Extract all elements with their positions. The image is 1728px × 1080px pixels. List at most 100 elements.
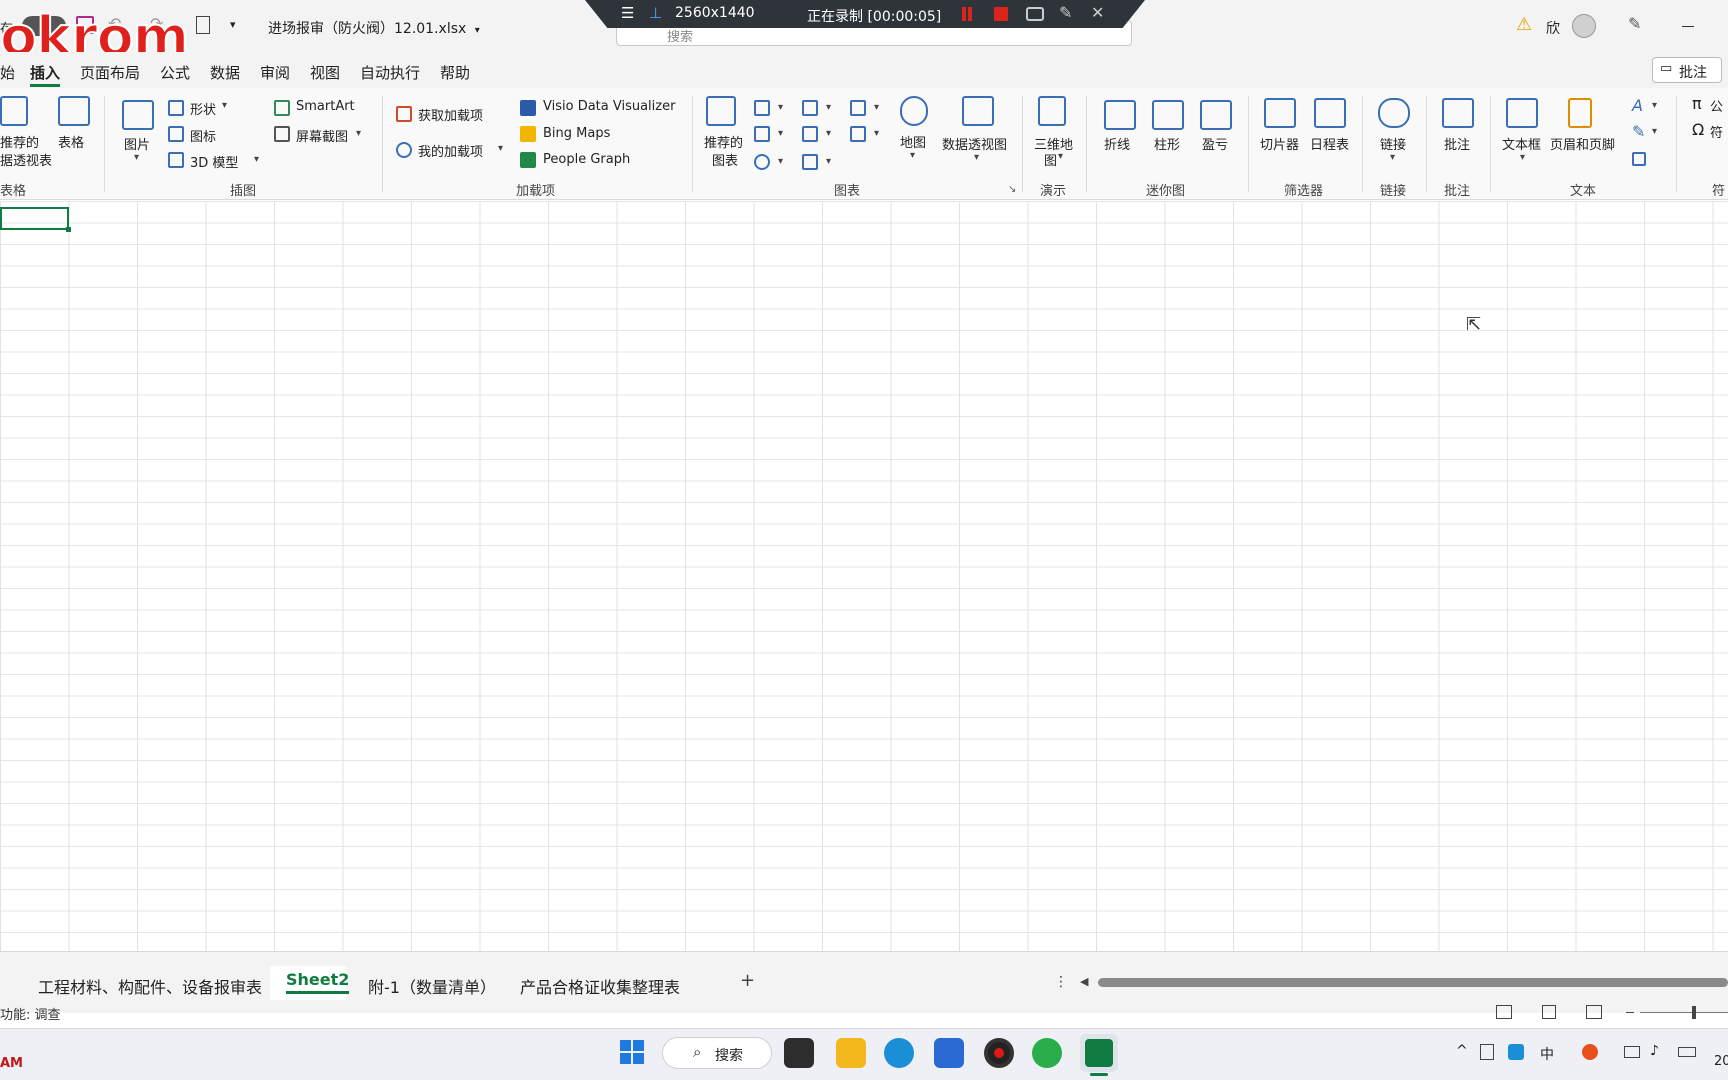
- windows-start-icon[interactable]: [620, 1040, 644, 1064]
- chevron-down-icon[interactable]: ▾: [910, 150, 915, 161]
- visio-label[interactable]: Visio Data Visualizer: [543, 99, 675, 114]
- people-graph-icon[interactable]: [520, 152, 536, 168]
- tab-page-layout[interactable]: 页面布局: [80, 62, 140, 83]
- signature-icon[interactable]: ✎: [1632, 122, 1645, 141]
- sparkline-line-icon[interactable]: [1104, 100, 1136, 130]
- model3d-label[interactable]: 3D 模型: [190, 152, 238, 171]
- table-icon[interactable]: [58, 96, 90, 126]
- screenshot-label[interactable]: 屏幕截图: [296, 126, 348, 145]
- cube-icon[interactable]: [168, 152, 184, 168]
- sparkline-winloss-icon[interactable]: [1200, 100, 1232, 130]
- object-icon[interactable]: [1632, 152, 1646, 166]
- zoom-slider-thumb[interactable]: [1692, 1006, 1696, 1019]
- equation-label[interactable]: 公: [1710, 96, 1723, 115]
- zoom-slider[interactable]: [1640, 1012, 1728, 1013]
- pi-icon[interactable]: π: [1692, 94, 1702, 113]
- tab-view[interactable]: 视图: [310, 62, 340, 83]
- chevron-down-icon[interactable]: ▾: [874, 128, 879, 139]
- sheet-tab-certificates[interactable]: 产品合格证收集整理表: [520, 974, 680, 998]
- normal-view-icon[interactable]: [1496, 1005, 1512, 1019]
- header-footer-label[interactable]: 页眉和页脚: [1550, 134, 1615, 153]
- scatter-chart-icon[interactable]: [802, 154, 818, 170]
- sheet-tab-materials[interactable]: 工程材料、构配件、设备报审表: [38, 974, 262, 998]
- chevron-down-icon[interactable]: ▾: [1652, 126, 1657, 137]
- textbox-icon[interactable]: [1506, 98, 1538, 128]
- my-addins-label[interactable]: 我的加载项: [418, 141, 483, 160]
- pen-icon[interactable]: ✎: [1059, 3, 1072, 22]
- accessibility-status[interactable]: 功能: 调查: [0, 1004, 61, 1023]
- scroll-left-icon[interactable]: ◀: [1080, 975, 1088, 988]
- sparkline-column-icon[interactable]: [1152, 100, 1184, 130]
- chevron-down-icon[interactable]: ▾: [778, 128, 783, 139]
- pen-sparkle-icon[interactable]: ✎: [1628, 14, 1641, 33]
- customize-qat-icon[interactable]: ▾: [230, 18, 236, 31]
- get-addins-label[interactable]: 获取加载项: [418, 105, 483, 124]
- comments-button[interactable]: ▭ 批注: [1652, 57, 1722, 83]
- edge-icon[interactable]: [884, 1038, 914, 1068]
- chevron-down-icon[interactable]: ▾: [498, 143, 503, 154]
- menu-icon[interactable]: ☰: [621, 4, 634, 22]
- file-title[interactable]: 进场报审（防火阀）12.01.xlsx ▾: [268, 18, 480, 38]
- pause-icon[interactable]: [962, 7, 966, 21]
- horizontal-scrollbar[interactable]: [1098, 978, 1728, 987]
- sheet-tab-quantity-list[interactable]: 附-1（数量清单）: [368, 974, 496, 998]
- chevron-down-icon[interactable]: ▾: [222, 100, 227, 111]
- smartart-label[interactable]: SmartArt: [296, 99, 355, 114]
- slicer-label[interactable]: 切片器: [1260, 134, 1299, 153]
- wechat-icon[interactable]: [1032, 1038, 1062, 1068]
- task-view-icon[interactable]: [784, 1038, 814, 1068]
- tab-data[interactable]: 数据: [210, 62, 240, 83]
- chevron-down-icon[interactable]: ▾: [874, 102, 879, 113]
- chevron-down-icon[interactable]: ▾: [778, 102, 783, 113]
- app-icon[interactable]: [934, 1038, 964, 1068]
- timeline-label[interactable]: 日程表: [1310, 134, 1349, 153]
- picture-icon[interactable]: [122, 100, 154, 130]
- tab-automate[interactable]: 自动执行: [360, 62, 420, 83]
- page-break-view-icon[interactable]: [1586, 1005, 1602, 1019]
- comment-icon[interactable]: [1442, 98, 1474, 128]
- volume-icon[interactable]: ♪: [1650, 1043, 1659, 1059]
- sparkline-line-label[interactable]: 折线: [1104, 134, 1130, 153]
- recorder-app-icon[interactable]: [984, 1038, 1014, 1068]
- taskbar-search[interactable]: ⌕ 搜索: [662, 1037, 772, 1069]
- omega-icon[interactable]: Ω: [1692, 120, 1704, 139]
- chevron-down-icon[interactable]: ▾: [1520, 152, 1525, 163]
- selected-cell[interactable]: [0, 207, 71, 232]
- print-preview-icon[interactable]: [196, 16, 210, 34]
- link-icon[interactable]: [1378, 98, 1410, 128]
- chevron-down-icon[interactable]: ▾: [826, 128, 831, 139]
- shapes-label[interactable]: 形状: [190, 99, 216, 118]
- sparkline-winloss-label[interactable]: 盈亏: [1202, 134, 1228, 153]
- sparkline-column-label[interactable]: 柱形: [1154, 134, 1180, 153]
- symbol-label[interactable]: 符: [1710, 122, 1723, 141]
- file-explorer-icon[interactable]: [836, 1038, 866, 1068]
- chevron-down-icon[interactable]: ▾: [826, 102, 831, 113]
- wordart-icon[interactable]: 𝘈: [1632, 96, 1643, 115]
- ime-indicator[interactable]: 中: [1540, 1044, 1554, 1064]
- store-icon[interactable]: [396, 106, 412, 122]
- camera-icon[interactable]: [1026, 7, 1044, 21]
- recommended-chart-icon[interactable]: [706, 96, 736, 126]
- line-chart-icon[interactable]: [754, 126, 770, 142]
- header-footer-icon[interactable]: [1568, 98, 1592, 128]
- display-icon[interactable]: [1624, 1046, 1640, 1058]
- tab-home-partial[interactable]: 始: [0, 62, 15, 83]
- clock-partial[interactable]: 20: [1714, 1054, 1728, 1069]
- sheet-tab-sheet2[interactable]: Sheet2: [286, 970, 350, 994]
- chevron-down-icon[interactable]: ▾: [356, 128, 361, 139]
- my-addins-icon[interactable]: [396, 142, 412, 158]
- sogou-icon[interactable]: [1582, 1044, 1598, 1060]
- icons-label[interactable]: 图标: [190, 126, 216, 145]
- waterfall-chart-icon[interactable]: [850, 100, 866, 116]
- tab-insert[interactable]: 插入: [30, 62, 61, 87]
- map3d-icon[interactable]: [1038, 96, 1066, 126]
- battery-icon[interactable]: [1678, 1047, 1696, 1057]
- column-chart-icon[interactable]: [754, 100, 770, 116]
- combo-chart-icon[interactable]: [850, 126, 866, 142]
- shapes-icon[interactable]: [168, 100, 184, 116]
- chevron-down-icon[interactable]: ▾: [778, 156, 783, 167]
- pin-icon[interactable]: ⊥: [649, 4, 662, 22]
- minimize-icon[interactable]: [1682, 26, 1694, 27]
- slicer-icon[interactable]: [1264, 98, 1296, 128]
- chevron-down-icon[interactable]: ▾: [1390, 152, 1395, 163]
